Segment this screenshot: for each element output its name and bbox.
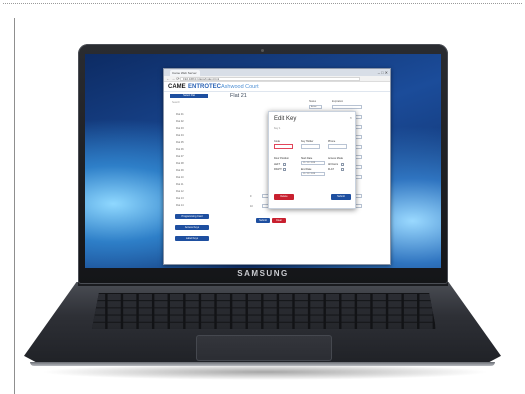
webcam-icon — [261, 49, 264, 52]
select-flat-button[interactable]: Select Flat — [170, 94, 208, 98]
key-holder-label: Key Holder — [301, 140, 314, 143]
modal-title: Edit Key — [274, 116, 297, 122]
clear-button[interactable]: Clear — [272, 218, 286, 223]
modal-submit-button[interactable]: Submit — [331, 194, 351, 200]
flat-list-item[interactable]: Flat 14 — [176, 202, 184, 209]
edit-key-modal: Edit Key × Key 1 Code Key Holder Phone D… — [268, 111, 356, 209]
expiration-field[interactable] — [332, 105, 362, 109]
entrotec-logo: ENTROTEC — [188, 84, 221, 90]
end-date-picker[interactable]: 12 / 11 / 2018 — [301, 172, 325, 176]
site-name: Ashwood Court — [221, 84, 259, 90]
start-date-label: Start Date — [301, 157, 313, 160]
programming-card-button[interactable]: Programming Card — [175, 214, 209, 219]
label-keys-button[interactable]: Label Keys — [175, 236, 209, 241]
flat-list-item[interactable]: Flat 03 — [176, 125, 184, 132]
phone-label: Phone — [328, 140, 336, 143]
flat-list-item[interactable]: Flat 12 — [176, 188, 184, 195]
laptop-shadow — [40, 364, 490, 380]
flat-list-item[interactable]: Flat 06 — [176, 146, 184, 153]
laptop-touchpad — [196, 335, 332, 361]
laptop-front-edge — [30, 362, 495, 366]
window-controls[interactable]: – □ ✕ — [378, 70, 388, 75]
flat-list-item[interactable]: Flat 01 — [176, 111, 184, 118]
column-header-expiration: Expiration — [332, 100, 344, 103]
delete-button[interactable]: Delete — [274, 194, 294, 200]
frame-left-border — [14, 18, 15, 394]
left-label: LEFT — [274, 163, 281, 166]
flat-list-item[interactable]: Flat 13 — [176, 195, 184, 202]
submit-button[interactable]: Submit — [256, 218, 270, 223]
samsung-logo: SAMSUNG — [237, 269, 289, 278]
code-field[interactable] — [274, 144, 293, 149]
laptop-lid: Came Web Server – □ ✕ ← → ⟳ 192.168.0.1/… — [78, 44, 448, 284]
flat-list-item[interactable]: Flat 07 — [176, 153, 184, 160]
browser-window: Came Web Server – □ ✕ ← → ⟳ 192.168.0.1/… — [163, 68, 391, 265]
modal-subtitle: Key 1 — [274, 127, 281, 130]
end-date-label: End Date — [301, 168, 312, 171]
search-input[interactable]: Search — [172, 101, 192, 105]
left-checkbox[interactable] — [283, 163, 286, 166]
flat-list: Flat 01 Flat 02 Flat 03 Flat 04 Flat 05 … — [176, 111, 184, 209]
status-select[interactable]: Active — [309, 105, 322, 109]
all-doors-checkbox[interactable] — [341, 163, 344, 166]
flat-label: FLAT — [328, 168, 334, 171]
access-keys-button[interactable]: Access Keys — [175, 225, 209, 230]
laptop-screen: Came Web Server – □ ✕ ← → ⟳ 192.168.0.1/… — [85, 54, 441, 268]
all-doors-label: All Doors — [328, 163, 339, 166]
close-icon[interactable]: × — [350, 115, 352, 120]
door-position-label: Door Position — [274, 157, 290, 160]
browser-titlebar: Came Web Server – □ ✕ — [164, 69, 390, 76]
row-number: 9 — [250, 195, 252, 198]
start-date-picker[interactable]: 12 / 11 / 2018 — [301, 161, 325, 165]
row-number: 10 — [250, 205, 253, 208]
flat-list-item[interactable]: Flat 10 — [176, 174, 184, 181]
flat-list-item[interactable]: Flat 02 — [176, 118, 184, 125]
access-mode-label: Access Mode — [328, 157, 344, 160]
code-label: Code — [274, 140, 280, 143]
right-label: RIGHT — [274, 168, 282, 171]
phone-field[interactable] — [328, 144, 347, 149]
flat-title: Flat 21 — [230, 93, 247, 99]
app-header: CAME ENTROTEC Ashwood Court — [164, 82, 390, 92]
came-logo: CAME — [168, 84, 186, 90]
laptop-keyboard — [92, 293, 436, 329]
url-field[interactable]: 192.168.0.1/app/index.html — [180, 77, 360, 81]
flat-list-item[interactable]: Flat 05 — [176, 139, 184, 146]
flat-list-item[interactable]: Flat 11 — [176, 181, 184, 188]
right-checkbox[interactable] — [283, 168, 286, 171]
flat-checkbox[interactable] — [341, 168, 344, 171]
key-holder-field[interactable] — [301, 144, 320, 149]
column-header-status: Status — [309, 100, 317, 103]
frame-top-border — [3, 3, 522, 4]
flat-list-item[interactable]: Flat 04 — [176, 132, 184, 139]
flat-list-item[interactable]: Flat 08 — [176, 160, 184, 167]
flat-list-item[interactable]: Flat 09 — [176, 167, 184, 174]
